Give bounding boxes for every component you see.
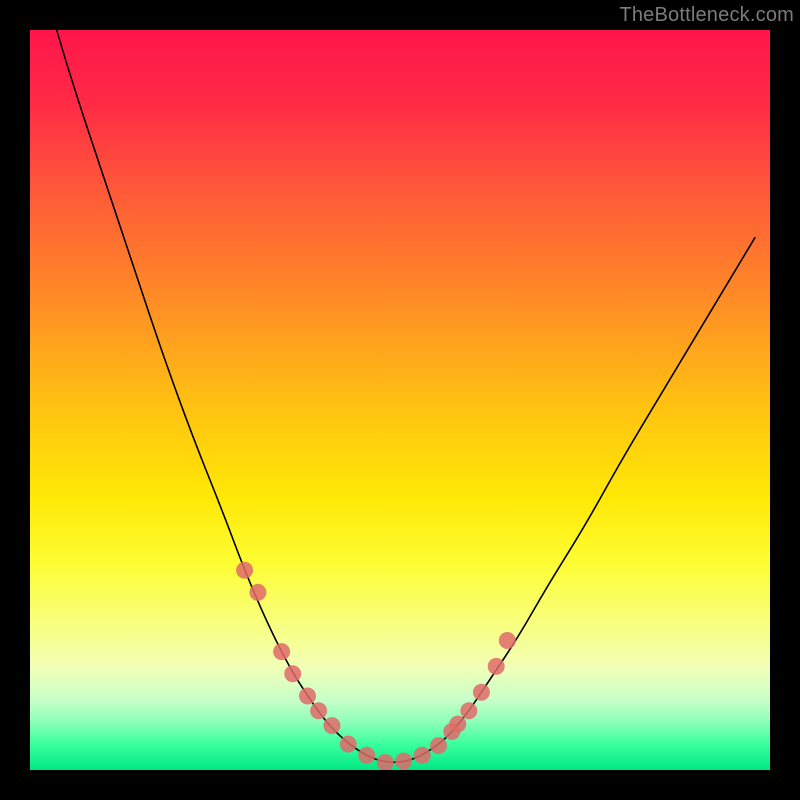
highlight-dot [249, 584, 266, 601]
bottleneck-curve [52, 30, 755, 762]
highlight-dot [284, 665, 301, 682]
highlight-dot [299, 688, 316, 705]
chart-svg [30, 30, 770, 770]
plot-area [30, 30, 770, 770]
highlight-dot [488, 658, 505, 675]
highlight-dot [323, 717, 340, 734]
highlight-dot [414, 747, 431, 764]
highlight-dot [236, 562, 253, 579]
highlight-dot [395, 753, 412, 770]
highlight-dot [358, 747, 375, 764]
highlight-dot [460, 702, 477, 719]
highlight-dot [499, 632, 516, 649]
highlight-dot [449, 716, 466, 733]
highlight-dot [430, 737, 447, 754]
highlight-dot [340, 736, 357, 753]
highlight-dot [273, 643, 290, 660]
outer-frame: TheBottleneck.com [0, 0, 800, 800]
watermark-text: TheBottleneck.com [619, 4, 794, 27]
highlight-dot [377, 754, 394, 770]
highlight-dot [473, 684, 490, 701]
highlight-dot [310, 702, 327, 719]
highlight-dots-group [236, 562, 516, 770]
